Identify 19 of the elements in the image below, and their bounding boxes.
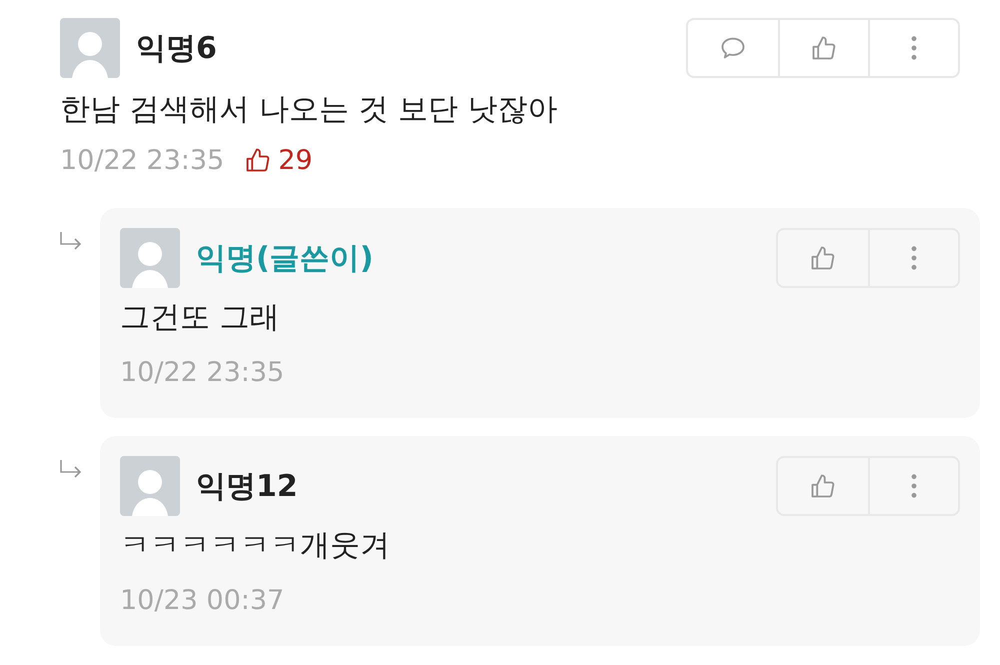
- author-name: 익명12: [196, 468, 298, 506]
- avatar-icon: [120, 228, 180, 288]
- author-name: 익명(글쓴이): [196, 240, 374, 278]
- timestamp: 10/22 23:35: [60, 144, 224, 176]
- like-count: 29: [244, 144, 313, 176]
- more-icon: [910, 34, 918, 62]
- more-icon: [910, 472, 918, 500]
- author-name: 익명6: [136, 30, 217, 68]
- thumbs-up-icon: [809, 472, 837, 500]
- more-icon: [910, 244, 918, 272]
- timestamp: 10/23 00:37: [120, 584, 284, 616]
- comment-text: 그건또 그래: [120, 299, 281, 337]
- timestamp: 10/22 23:35: [120, 356, 284, 388]
- avatar-icon: [60, 18, 120, 78]
- avatar-icon: [120, 456, 180, 516]
- comment-text: 한남 검색해서 나오는 것 보단 낫잖아: [60, 91, 559, 129]
- thumbs-up-icon: [809, 244, 837, 272]
- comment-text: ㅋㅋㅋㅋㅋㅋ개웃겨: [120, 527, 391, 565]
- thumbs-up-icon: [810, 34, 838, 62]
